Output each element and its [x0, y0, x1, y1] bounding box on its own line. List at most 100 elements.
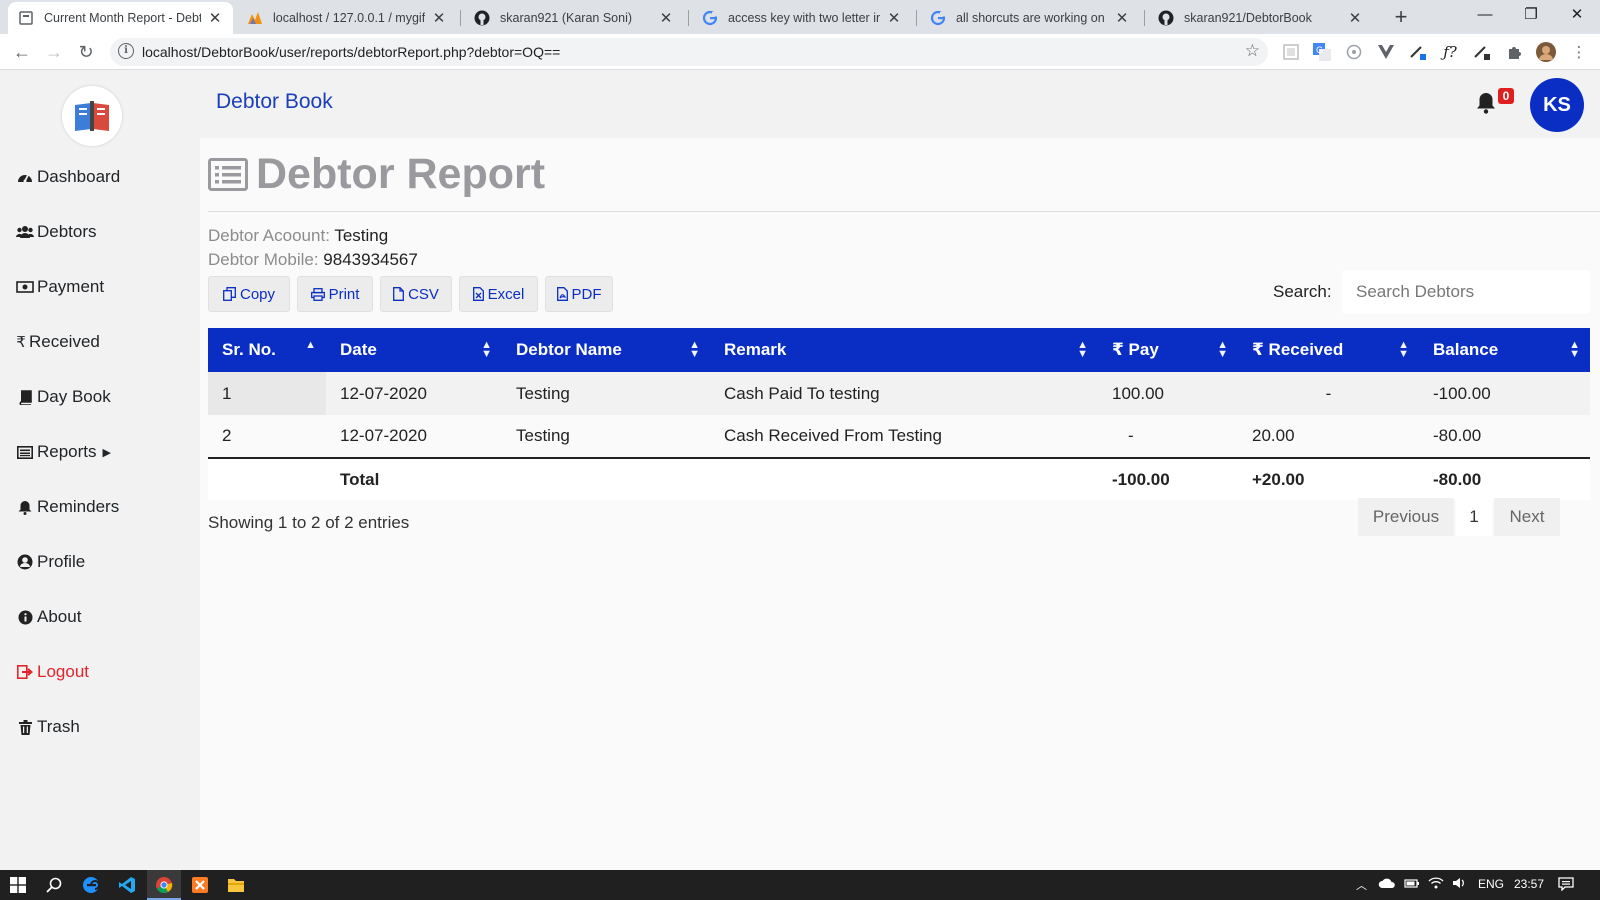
sidebar-item-dashboard[interactable]: Dashboard [16, 164, 120, 190]
header-label: ₹ Pay [1112, 340, 1159, 359]
search-input[interactable] [1342, 270, 1590, 314]
footer-total-label: Total [326, 457, 502, 500]
forward-button[interactable]: → [40, 38, 68, 66]
column-header-received[interactable]: ₹ Received ▲ ▼ [1238, 328, 1419, 372]
tab-title: localhost / 127.0.0.1 / mygift / [273, 11, 425, 25]
windows-start-icon[interactable] [6, 873, 30, 897]
extension-icon[interactable] [1280, 41, 1302, 63]
close-icon[interactable]: ✕ [1347, 9, 1363, 27]
sidebar-item-received[interactable]: ₹ Received [16, 329, 100, 355]
edge-icon[interactable] [79, 873, 103, 897]
back-button[interactable]: ← [8, 38, 36, 66]
print-button[interactable]: Print [297, 276, 373, 312]
extension-icon[interactable] [1343, 41, 1365, 63]
extensions-puzzle-icon[interactable] [1503, 41, 1525, 63]
brand-title[interactable]: Debtor Book [216, 90, 333, 114]
volume-icon[interactable] [1452, 877, 1468, 892]
kebab-menu-icon[interactable]: ⋮ [1568, 41, 1590, 63]
restore-button[interactable]: ❐ [1508, 0, 1554, 32]
sidebar-item-label: Reports [37, 442, 97, 461]
browser-tab[interactable]: access key with two letter in html ✕ [692, 2, 912, 34]
avatar[interactable]: KS [1530, 78, 1584, 132]
csv-label: CSV [408, 285, 439, 303]
browser-tab[interactable]: localhost / 127.0.0.1 / mygift / ✕ [237, 2, 457, 34]
file-explorer-icon[interactable] [224, 873, 248, 897]
reload-button[interactable]: ↻ [72, 38, 100, 66]
close-icon[interactable]: ✕ [886, 9, 902, 27]
vue-devtools-icon[interactable] [1375, 41, 1397, 63]
header-label: Date [340, 340, 377, 359]
sidebar-item-trash[interactable]: Trash [16, 714, 80, 740]
excel-button[interactable]: Excel [459, 276, 538, 312]
font-extension-icon[interactable]: ƒ? [1439, 41, 1461, 63]
extension-icon[interactable] [1471, 41, 1493, 63]
browser-tab[interactable]: all shorcuts are working on chrome ✕ [920, 2, 1140, 34]
column-header-debtor-name[interactable]: Debtor Name ▲ ▼ [502, 328, 710, 372]
sidebar-item-logout[interactable]: Logout [16, 659, 89, 685]
rupee-icon: ₹ [16, 334, 26, 351]
column-header-pay[interactable]: ₹ Pay ▲ ▼ [1098, 328, 1238, 372]
column-header-remark[interactable]: Remark ▲ ▼ [710, 328, 1098, 372]
input-language[interactable]: ENG [1478, 877, 1504, 891]
cell-date: 12-07-2020 [326, 415, 502, 458]
notification-bell-icon[interactable] [1475, 92, 1497, 114]
profile-avatar-icon[interactable] [1535, 41, 1557, 63]
pagination-next[interactable]: Next [1494, 498, 1560, 536]
xampp-icon[interactable] [188, 873, 212, 897]
tab-title: skaran921 (Karan Soni) [500, 11, 633, 25]
wifi-icon[interactable] [1428, 877, 1444, 892]
column-header-date[interactable]: Date ▲ ▼ [326, 328, 502, 372]
browser-tab[interactable]: skaran921 (Karan Soni) ✕ [464, 2, 684, 34]
minimize-button[interactable]: — [1462, 0, 1508, 32]
extension-icon[interactable] [1407, 41, 1429, 63]
chrome-icon[interactable] [152, 873, 176, 897]
sidebar-item-label: Profile [37, 552, 86, 571]
sidebar-item-payment[interactable]: Payment [16, 274, 104, 300]
battery-icon[interactable] [1404, 877, 1420, 892]
close-icon[interactable]: ✕ [1114, 9, 1130, 27]
address-bar[interactable]: i localhost/DebtorBook/user/reports/debt… [110, 38, 1268, 66]
new-tab-button[interactable]: + [1387, 4, 1415, 32]
copy-button[interactable]: Copy [208, 276, 290, 312]
browser-tab-active[interactable]: Current Month Report - Debtor Book ✕ [8, 2, 233, 34]
table-footer-row: Total -100.00 +20.00 -80.00 [208, 457, 1590, 500]
close-icon[interactable]: ✕ [207, 9, 223, 27]
action-center-icon[interactable] [1558, 877, 1574, 894]
sidebar-item-reminders[interactable]: Reminders [16, 494, 119, 520]
star-icon[interactable]: ☆ [1245, 41, 1260, 61]
sort-icon: ▲ ▼ [481, 339, 492, 360]
browser-tab[interactable]: skaran921/DebtorBook ✕ [1148, 2, 1373, 34]
sidebar-item-debtors[interactable]: Debtors [16, 219, 97, 245]
url-text[interactable]: localhost/DebtorBook/user/reports/debtor… [142, 44, 560, 60]
print-icon [310, 287, 325, 301]
pdf-button[interactable]: PDF [545, 276, 613, 312]
vscode-icon[interactable] [115, 873, 139, 897]
sidebar-item-profile[interactable]: Profile [16, 549, 85, 575]
app-logo[interactable] [62, 86, 122, 146]
sidebar-item-day-book[interactable]: Day Book [16, 384, 111, 410]
close-window-button[interactable]: ✕ [1554, 0, 1600, 32]
search-icon[interactable] [42, 873, 66, 897]
pagination-page-1[interactable]: 1 [1456, 498, 1492, 536]
debtor-report-table: Sr. No. ▲ Date ▲ ▼ Debtor Name ▲ ▼ Remark ▲ ▼ ₹… [208, 328, 1590, 500]
chevron-up-icon[interactable]: ︿ [1356, 877, 1367, 893]
sidebar-item-label: Payment [37, 277, 105, 296]
notification-badge: 0 [1498, 88, 1514, 104]
close-icon[interactable]: ✕ [658, 9, 674, 27]
info-icon[interactable]: i [118, 43, 134, 59]
onedrive-icon[interactable] [1378, 877, 1396, 892]
column-header-sr-no[interactable]: Sr. No. ▲ [208, 328, 326, 372]
main-content: Debtor Book 0 KS Debtor Report Debtor Ac… [200, 70, 1600, 870]
table-row: 1 12-07-2020 Testing Cash Paid To testin… [208, 372, 1590, 415]
sidebar-item-reports[interactable]: Reports ▶ [16, 439, 111, 465]
column-header-balance[interactable]: Balance ▲ ▼ [1419, 328, 1590, 372]
csv-button[interactable]: CSV [380, 276, 452, 312]
translate-icon[interactable]: G [1311, 41, 1333, 63]
footer-total-received: +20.00 [1238, 457, 1419, 500]
pagination-previous[interactable]: Previous [1358, 498, 1454, 536]
clock-time[interactable]: 23:57 [1514, 877, 1544, 891]
cell-remark: Cash Paid To testing [710, 372, 1098, 415]
footer-empty-cell [208, 457, 326, 500]
close-icon[interactable]: ✕ [431, 9, 447, 27]
sidebar-item-about[interactable]: About [16, 604, 81, 630]
